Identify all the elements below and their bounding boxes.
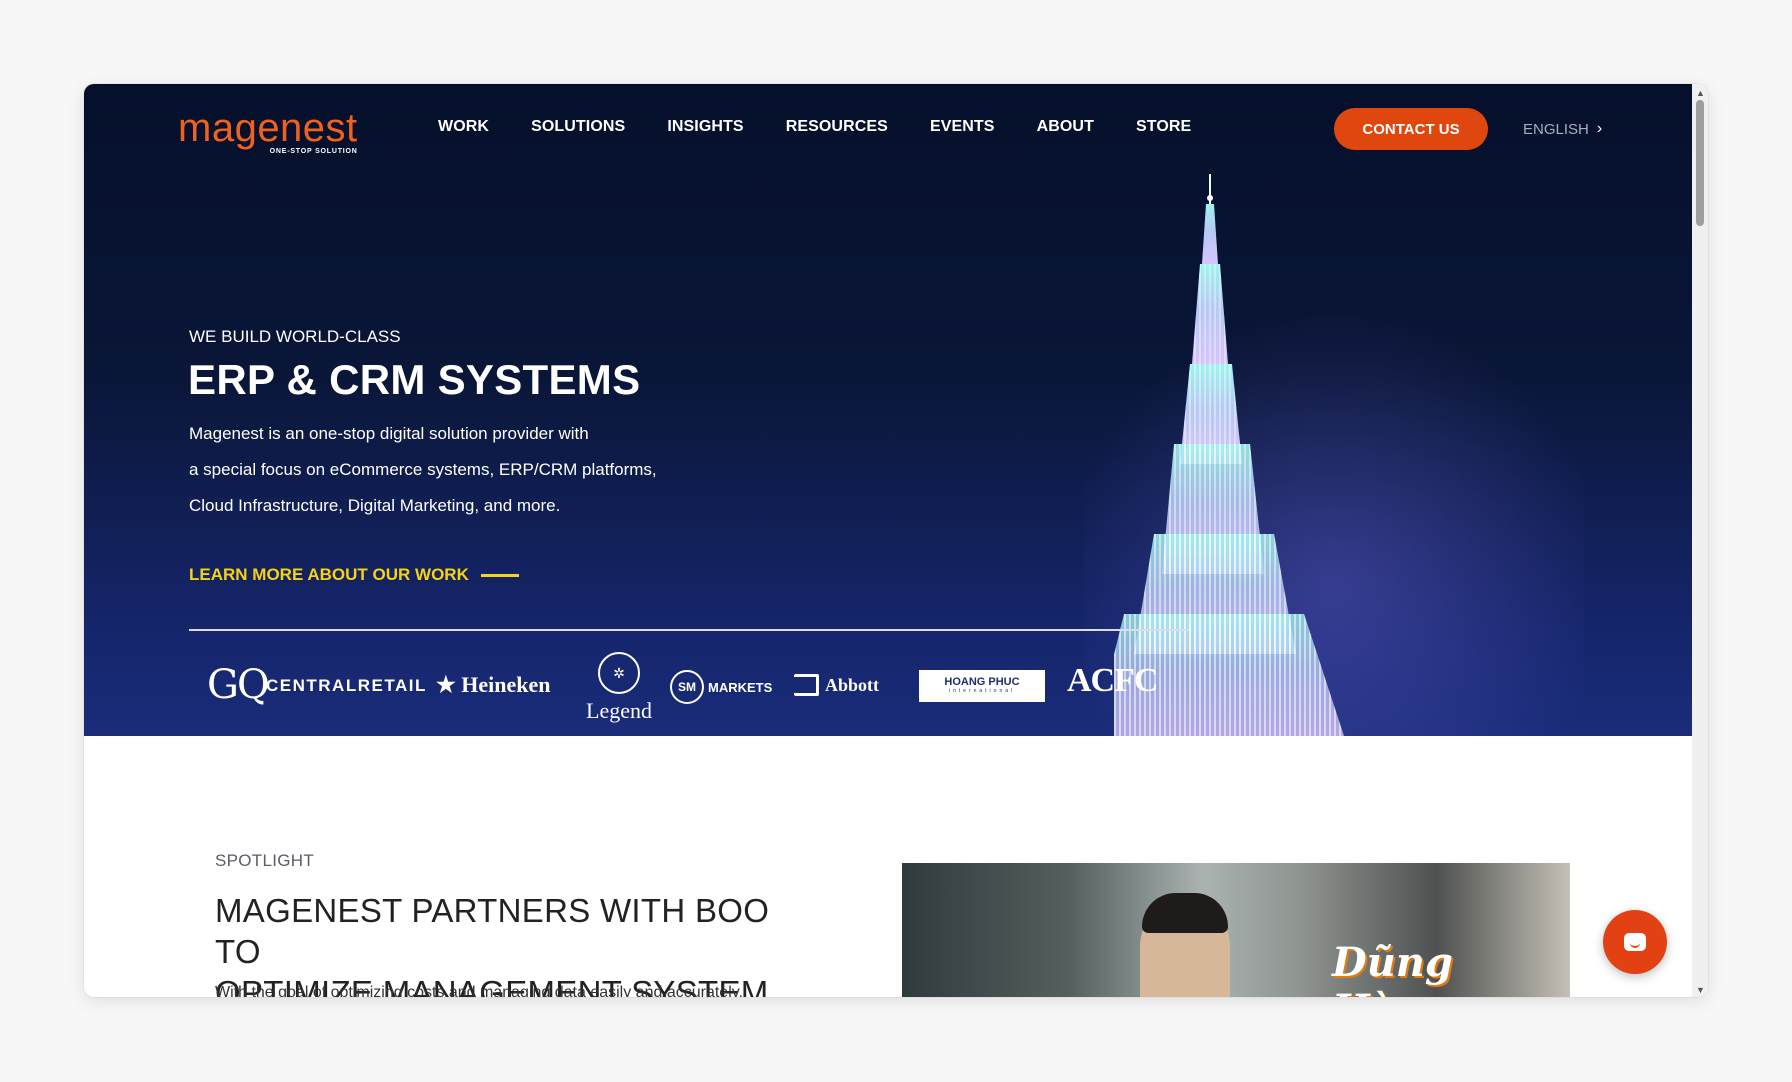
spotlight-thumbnail[interactable]: Dũng Hàng — [902, 863, 1570, 997]
thumbnail-caption: Dũng Hàng — [1332, 939, 1453, 997]
hero-headline: ERP & CRM SYSTEMS — [188, 356, 641, 403]
hero-description: Magenest is an one-stop digital solution… — [189, 416, 709, 524]
nav-store[interactable]: STORE — [1136, 118, 1191, 136]
hero-eyebrow: WE BUILD WORLD-CLASS — [189, 327, 401, 346]
spotlight-title-line: MAGENEST PARTNERS WITH BOO TO — [215, 892, 770, 970]
language-label: ENGLISH — [1523, 120, 1589, 138]
centralretail-logo: CENTRALRETAIL — [266, 676, 427, 695]
nav-solutions[interactable]: SOLUTIONS — [531, 118, 625, 136]
sm-markets-label: MARKETS — [708, 679, 773, 695]
scroll-up-arrow-icon[interactable]: ▲ — [1696, 88, 1705, 98]
abbott-wordmark: Abbott — [825, 674, 880, 695]
magenest-logo[interactable]: magenest ONE-STOP SOLUTION — [178, 106, 358, 155]
spotlight-eyebrow: SPOTLIGHT — [215, 851, 315, 870]
legend-wordmark: Legend — [586, 698, 652, 723]
heineken-logo: ★ Heineken — [436, 672, 551, 697]
hoangphuc-subtitle: international — [948, 688, 1016, 694]
spotlight-title[interactable]: MAGENEST PARTNERS WITH BOO TO OPTIMIZE M… — [215, 890, 815, 997]
hoangphuc-logo: HOANG PHUC international — [919, 670, 1045, 702]
abbott-logo: Abbott — [794, 674, 879, 696]
hero-description-line: Cloud Infrastructure, Digital Marketing,… — [189, 496, 561, 515]
acfc-logo: ACFC — [1067, 662, 1158, 699]
abbott-symbol-icon — [794, 674, 819, 696]
sm-emblem: SM — [670, 670, 704, 704]
language-selector[interactable]: ENGLISH › — [1523, 120, 1602, 138]
hero-description-line: a special focus on eCommerce systems, ER… — [189, 460, 657, 479]
main-nav: WORK SOLUTIONS INSIGHTS RESOURCES EVENTS… — [438, 118, 1233, 136]
chat-widget-button[interactable] — [1603, 910, 1667, 974]
logo-tagline: ONE-STOP SOLUTION — [269, 148, 358, 155]
spotlight-body: With the goal of optimizing costs and ma… — [215, 984, 743, 997]
learn-more-label: LEARN MORE ABOUT OUR WORK — [189, 565, 469, 584]
nav-about[interactable]: ABOUT — [1037, 118, 1094, 136]
hero-section: magenest ONE-STOP SOLUTION WORK SOLUTION… — [84, 84, 1692, 736]
logo-wordmark: magenest — [178, 106, 358, 150]
learn-more-link[interactable]: LEARN MORE ABOUT OUR WORK — [189, 565, 519, 585]
chevron-right-icon: › — [1596, 120, 1603, 137]
nav-work[interactable]: WORK — [438, 118, 489, 136]
scrollbar-thumb[interactable] — [1696, 100, 1704, 226]
vertical-scrollbar[interactable]: ▲ ▼ — [1692, 84, 1708, 997]
browser-window: magenest ONE-STOP SOLUTION WORK SOLUTION… — [84, 84, 1708, 997]
legend-logo: ✲ Legend — [584, 652, 654, 724]
person-hair — [1142, 893, 1228, 933]
legend-emblem-icon: ✲ — [598, 652, 640, 694]
contact-us-button[interactable]: CONTACT US — [1334, 108, 1488, 150]
nav-insights[interactable]: INSIGHTS — [667, 118, 743, 136]
dash-icon — [480, 573, 519, 577]
sm-markets-logo: SM MARKETS — [670, 670, 772, 704]
gq-logo: GQ — [207, 662, 270, 708]
hoangphuc-wordmark: HOANG PHUC — [944, 676, 1020, 688]
client-logos: GQ CENTRALRETAIL ★ Heineken ✲ Legend SM … — [84, 652, 1284, 736]
nav-events[interactable]: EVENTS — [930, 118, 995, 136]
chat-bubble-icon — [1624, 933, 1646, 951]
hero-divider — [189, 629, 1189, 631]
scroll-down-arrow-icon[interactable]: ▼ — [1696, 985, 1705, 995]
hero-description-line: Magenest is an one-stop digital solution… — [189, 424, 589, 443]
nav-resources[interactable]: RESOURCES — [786, 118, 888, 136]
